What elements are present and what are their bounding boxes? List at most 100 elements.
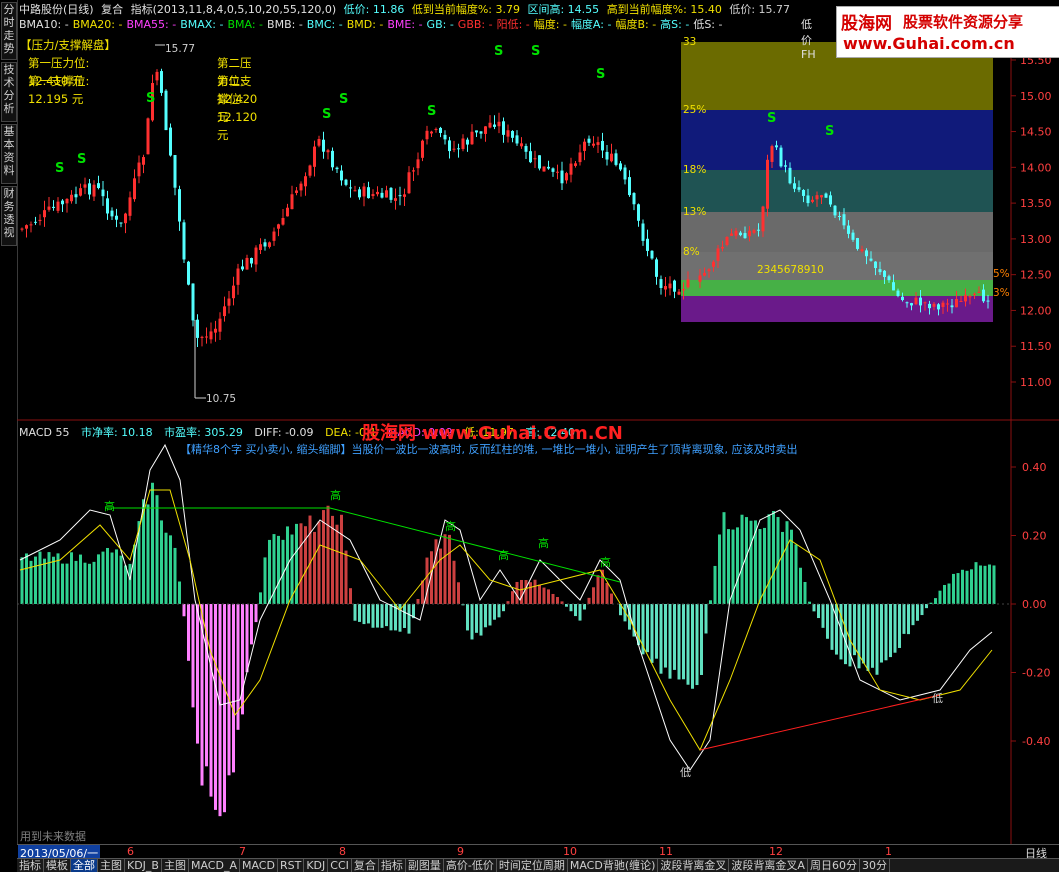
macd-bar bbox=[592, 587, 595, 604]
macd-high-mark: 高 bbox=[445, 519, 456, 533]
candle-body bbox=[394, 198, 397, 201]
candle-body bbox=[407, 172, 411, 194]
macd-bar bbox=[259, 592, 262, 604]
candle-body bbox=[259, 244, 262, 251]
candle-body bbox=[865, 250, 868, 257]
candle-body bbox=[838, 215, 841, 217]
indicator-tab[interactable]: 主图 bbox=[98, 859, 125, 872]
macd-bar bbox=[799, 567, 802, 604]
indicator-tab[interactable]: 30分 bbox=[860, 859, 890, 872]
macd-bar bbox=[128, 563, 132, 604]
candle-body bbox=[964, 294, 967, 302]
candle-body bbox=[457, 148, 460, 150]
macd-high-mark: 高 bbox=[600, 555, 611, 569]
macd-bar bbox=[38, 551, 42, 604]
macd-bar bbox=[263, 557, 267, 604]
candle-body bbox=[160, 71, 163, 93]
macd-bar bbox=[803, 582, 807, 604]
candle-body bbox=[587, 138, 591, 143]
macd-bar bbox=[826, 604, 829, 639]
candle-body bbox=[784, 165, 787, 167]
macd-bar bbox=[452, 560, 456, 604]
sell-signal: S bbox=[767, 111, 776, 126]
macd-bar bbox=[497, 604, 501, 618]
candle-body bbox=[628, 177, 631, 196]
candle-body bbox=[484, 126, 487, 134]
candle-body bbox=[74, 194, 78, 198]
macd-bar bbox=[119, 555, 123, 604]
indicator-tab[interactable]: 模板 bbox=[44, 859, 71, 872]
indicator-tab[interactable]: KDJ bbox=[304, 859, 329, 872]
indicator-tab[interactable]: 全部 bbox=[71, 859, 98, 872]
candle-body bbox=[164, 90, 168, 131]
candle-body bbox=[734, 230, 738, 236]
candle-body bbox=[860, 249, 864, 252]
macd-bar bbox=[241, 604, 244, 715]
candle-body bbox=[959, 301, 963, 303]
candle-body bbox=[299, 183, 303, 191]
macd-bar bbox=[227, 604, 231, 776]
candle-body bbox=[739, 232, 742, 236]
candle-body bbox=[815, 195, 819, 200]
indicator-tab[interactable]: 波段背离金叉 bbox=[658, 859, 730, 872]
macd-bar bbox=[659, 604, 663, 674]
indicator-tab[interactable]: 副图量 bbox=[406, 859, 444, 872]
indicator-tab[interactable]: MACD背驰(缠论) bbox=[568, 859, 659, 872]
indicator-tab[interactable]: 周日60分 bbox=[808, 859, 860, 872]
stock-name: 中路股份(日线) bbox=[19, 3, 94, 16]
macd-bar bbox=[911, 604, 915, 626]
candle-body bbox=[461, 138, 465, 149]
candle-body bbox=[470, 131, 474, 145]
macd-bar bbox=[893, 604, 897, 653]
low-price: 低价: 11.86 bbox=[343, 3, 405, 16]
indicator-tab[interactable]: KDJ_B bbox=[125, 859, 162, 872]
inset-digits: 2345678910 bbox=[757, 264, 824, 276]
macd-bar bbox=[470, 604, 474, 640]
price-tick: 11.50 bbox=[1020, 340, 1052, 353]
macd-bar bbox=[542, 587, 546, 604]
candle-body bbox=[833, 205, 837, 216]
macd-bar bbox=[691, 604, 694, 689]
indicator-tab[interactable]: 复合 bbox=[352, 859, 379, 872]
candle-body bbox=[367, 187, 370, 199]
macd-bar bbox=[736, 527, 739, 604]
indicator-tab[interactable]: CCI bbox=[328, 859, 352, 872]
candle-body bbox=[38, 219, 42, 221]
candle-body bbox=[182, 222, 186, 260]
candle-body bbox=[448, 140, 451, 152]
macd-bar bbox=[416, 598, 420, 604]
candle-body bbox=[707, 269, 711, 272]
macd-bar bbox=[529, 582, 532, 604]
indicator-tab[interactable]: 波段背离金叉A bbox=[729, 859, 808, 872]
support-1: 第一支撑位: 12.195 元 bbox=[28, 74, 90, 106]
indicator-tab[interactable]: 时间定位周期 bbox=[497, 859, 568, 872]
indicator-tab[interactable]: MACD bbox=[240, 859, 278, 872]
candle-body bbox=[820, 195, 823, 198]
month-label: 10 bbox=[563, 845, 577, 858]
indicator-tab[interactable]: 指标 bbox=[379, 859, 406, 872]
indicator-tab[interactable]: 指标 bbox=[17, 859, 44, 872]
indicator-tab[interactable]: 高价-低价 bbox=[444, 859, 497, 872]
macd-tick: 0.20 bbox=[1022, 530, 1047, 543]
high-to-now: 高到当前幅度%: 15.40 bbox=[606, 3, 722, 16]
candle-body bbox=[20, 228, 24, 230]
price-axes: 15.5015.0014.5014.0013.5013.0012.5012.00… bbox=[1011, 54, 1052, 748]
candle-body bbox=[878, 269, 882, 273]
candle-body bbox=[698, 275, 702, 282]
macd-bar bbox=[223, 604, 226, 813]
ma-item: BMC: - bbox=[306, 18, 343, 31]
candle-body bbox=[254, 247, 258, 265]
macd-bar bbox=[794, 544, 798, 604]
indicator-tab[interactable]: RST bbox=[278, 859, 305, 872]
candle-body bbox=[793, 183, 796, 189]
macd-bar bbox=[313, 531, 316, 604]
candle-body bbox=[923, 302, 927, 304]
candle-body bbox=[806, 195, 810, 204]
macd-high-mark: 高 bbox=[104, 499, 115, 513]
candle-body bbox=[560, 170, 564, 184]
macd-bar bbox=[407, 604, 411, 634]
indicator-tab[interactable]: 主图 bbox=[162, 859, 189, 872]
candle-body bbox=[883, 270, 886, 278]
macd-bar bbox=[880, 604, 883, 663]
indicator-tab[interactable]: MACD_A bbox=[189, 859, 240, 872]
